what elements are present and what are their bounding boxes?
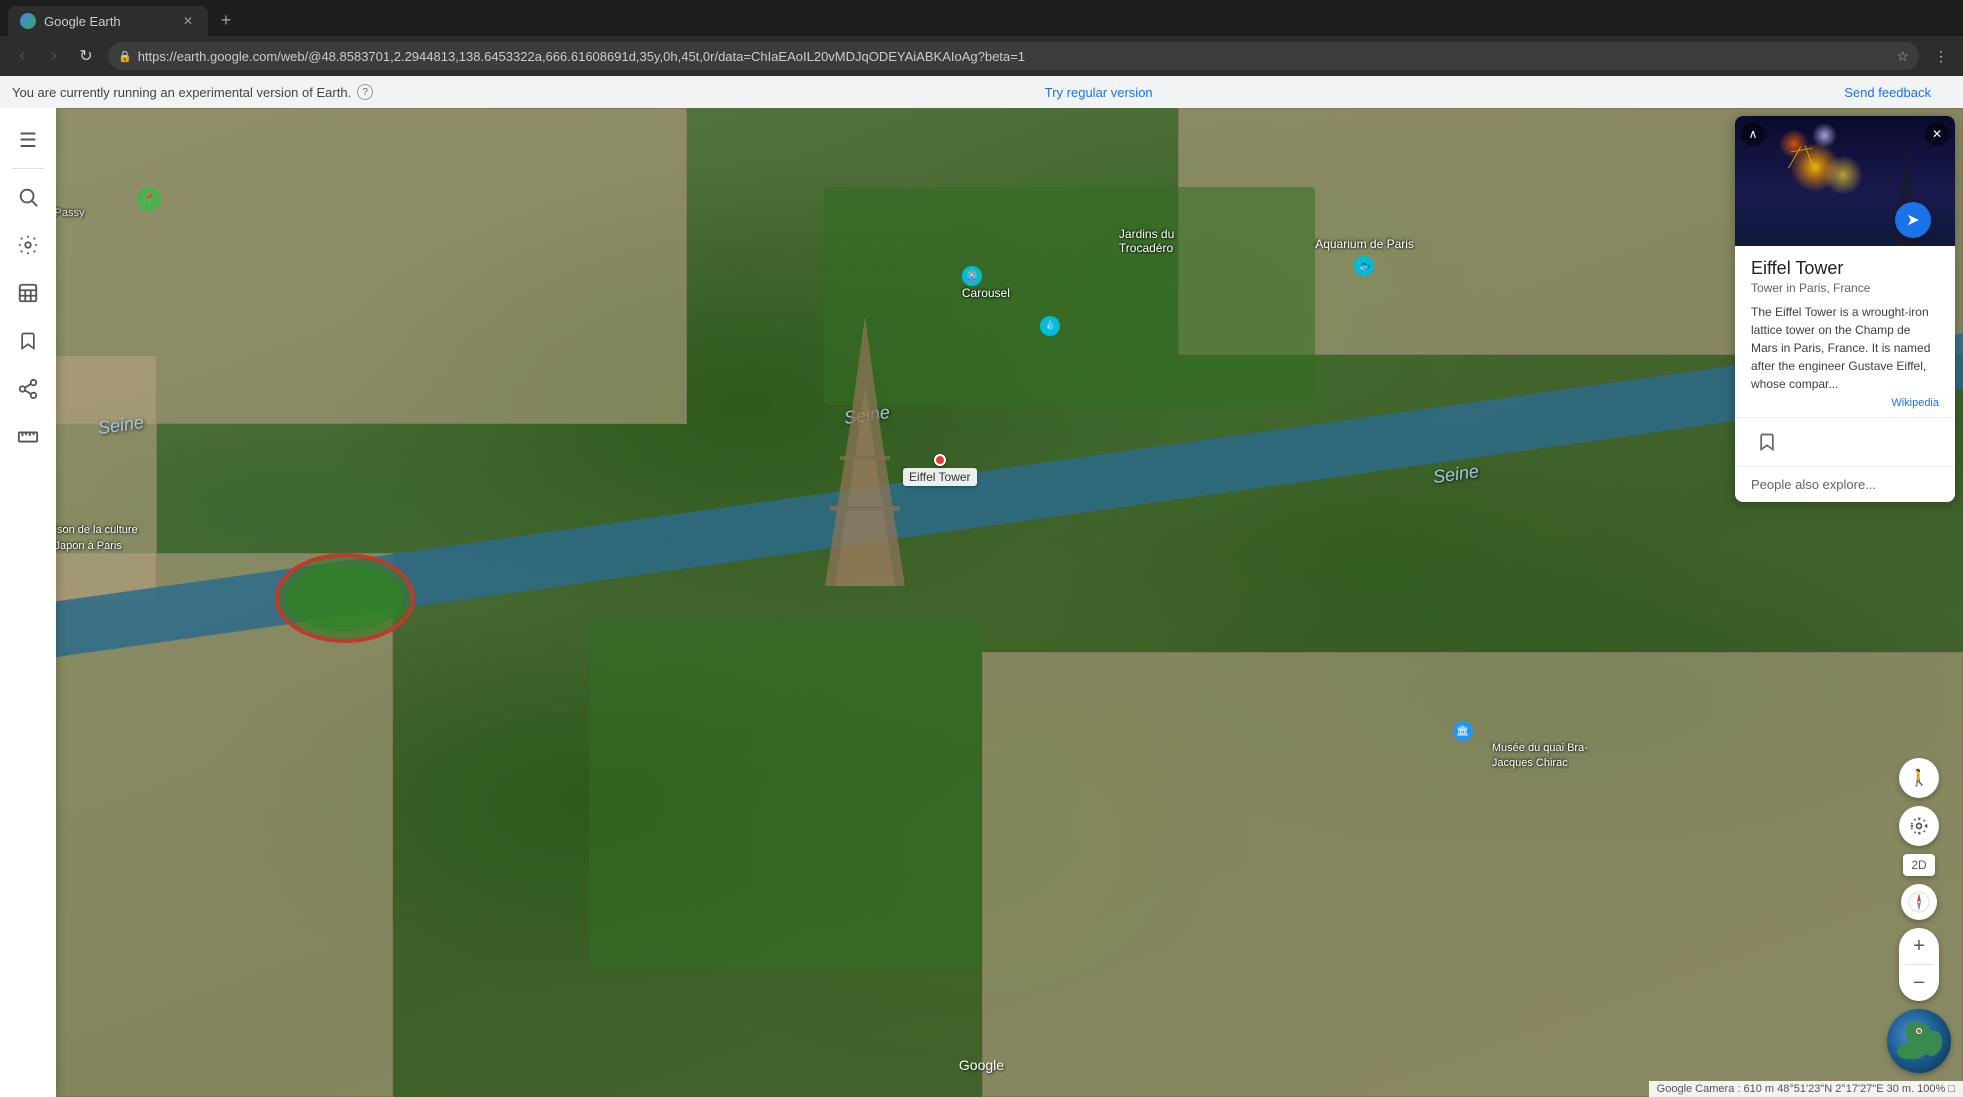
browser-chrome: Google Earth ✕ + ‹ › ↻ 🔒 https://earth.g… xyxy=(0,0,1963,76)
nav-bar: ‹ › ↻ 🔒 https://earth.google.com/web/@48… xyxy=(0,36,1963,76)
2d-mode-button[interactable]: 2D xyxy=(1903,854,1934,876)
tab-title: Google Earth xyxy=(44,14,121,29)
security-icon: 🔒 xyxy=(118,50,132,63)
nav-extras: ⋮ xyxy=(1927,42,1955,70)
zoom-controls: + − xyxy=(1899,928,1939,1001)
place-description: The Eiffel Tower is a wrought-iron latti… xyxy=(1751,303,1939,393)
tab-bar: Google Earth ✕ + xyxy=(0,0,1963,36)
carousel-icon-2[interactable]: 💧 xyxy=(1040,316,1060,336)
google-watermark: Google xyxy=(959,1057,1004,1073)
musee-icon[interactable]: 🏛 xyxy=(1453,721,1473,741)
info-source[interactable]: Wikipedia xyxy=(1751,397,1939,409)
send-feedback-link[interactable]: Send feedback xyxy=(1844,85,1931,100)
settings-button[interactable]: ⋮ xyxy=(1927,42,1955,70)
forward-button[interactable]: › xyxy=(40,42,68,70)
urban-block-4 xyxy=(982,652,1963,1097)
zoom-in-button[interactable]: + xyxy=(1899,928,1939,964)
zoom-out-button[interactable]: − xyxy=(1899,965,1939,1001)
place-subtitle: Tower in Paris, France xyxy=(1751,281,1939,295)
panel-bookmark-button[interactable] xyxy=(1751,426,1783,458)
info-panel-content: Eiffel Tower Tower in Paris, France The … xyxy=(1735,246,1955,417)
address-bar[interactable]: 🔒 https://earth.google.com/web/@48.85837… xyxy=(108,42,1919,70)
people-also-explore-text: People also explore... xyxy=(1751,477,1876,492)
experimental-banner: You are currently running an experimenta… xyxy=(0,76,1963,108)
eiffel-tower-pin[interactable]: Eiffel Tower xyxy=(903,454,977,486)
streetview-button[interactable]: 🚶 xyxy=(1899,758,1939,798)
globe-minimap[interactable] xyxy=(1887,1009,1951,1073)
compass-button[interactable] xyxy=(1901,884,1937,920)
new-tab-button[interactable]: + xyxy=(212,6,240,34)
status-text: Google Camera : 610 m 48°51'23"N 2°17'27… xyxy=(1657,1083,1955,1095)
info-panel: ∧ ✕ ➤ Eiffel Tower Tower in Paris, Franc… xyxy=(1735,116,1955,502)
park-champ-mars xyxy=(589,622,982,968)
active-tab[interactable]: Google Earth ✕ xyxy=(8,6,208,36)
map-controls: 🚶 2D + − xyxy=(1887,758,1951,1073)
url-text: https://earth.google.com/web/@48.8583701… xyxy=(138,49,1891,64)
reload-button[interactable]: ↻ xyxy=(72,42,100,70)
athletics-track xyxy=(275,553,415,643)
left-sidebar: ☰ xyxy=(0,108,56,1097)
share-button[interactable]: ➤ xyxy=(1895,202,1931,238)
close-panel-button[interactable]: ✕ xyxy=(1925,122,1949,146)
layers-button[interactable] xyxy=(8,273,48,313)
bookmark-sidebar-button[interactable] xyxy=(8,321,48,361)
tab-favicon xyxy=(20,13,36,29)
back-button[interactable]: ‹ xyxy=(8,42,36,70)
map-container[interactable]: Seine Seine Seine de Passy 📍 Jardins duT… xyxy=(0,108,1963,1097)
place-title: Eiffel Tower xyxy=(1751,258,1939,279)
menu-button[interactable]: ☰ xyxy=(8,120,48,160)
banner-text: You are currently running an experimenta… xyxy=(12,85,351,100)
carousel-icon-1[interactable]: 🎡 xyxy=(962,266,982,286)
search-button[interactable] xyxy=(8,177,48,217)
pin-dot xyxy=(934,454,946,466)
sidebar-divider-1 xyxy=(12,168,44,169)
collapse-panel-button[interactable]: ∧ xyxy=(1741,122,1765,146)
try-regular-link[interactable]: Try regular version xyxy=(1045,85,1153,100)
tab-close-btn[interactable]: ✕ xyxy=(180,13,196,29)
ruler-button[interactable] xyxy=(8,417,48,457)
settings-sidebar-button[interactable] xyxy=(8,225,48,265)
status-bar: Google Camera : 610 m 48°51'23"N 2°17'27… xyxy=(1649,1081,1963,1097)
info-panel-footer xyxy=(1735,417,1955,466)
people-also-explore: People also explore... xyxy=(1735,466,1955,502)
my-location-button[interactable] xyxy=(1899,806,1939,846)
share-sidebar-button[interactable] xyxy=(8,369,48,409)
help-icon[interactable]: ? xyxy=(357,84,373,100)
eiffel-pin-label: Eiffel Tower xyxy=(903,468,977,486)
bookmark-star-icon[interactable]: ☆ xyxy=(1896,48,1909,65)
panel-controls: ∧ ✕ xyxy=(1735,116,1955,152)
